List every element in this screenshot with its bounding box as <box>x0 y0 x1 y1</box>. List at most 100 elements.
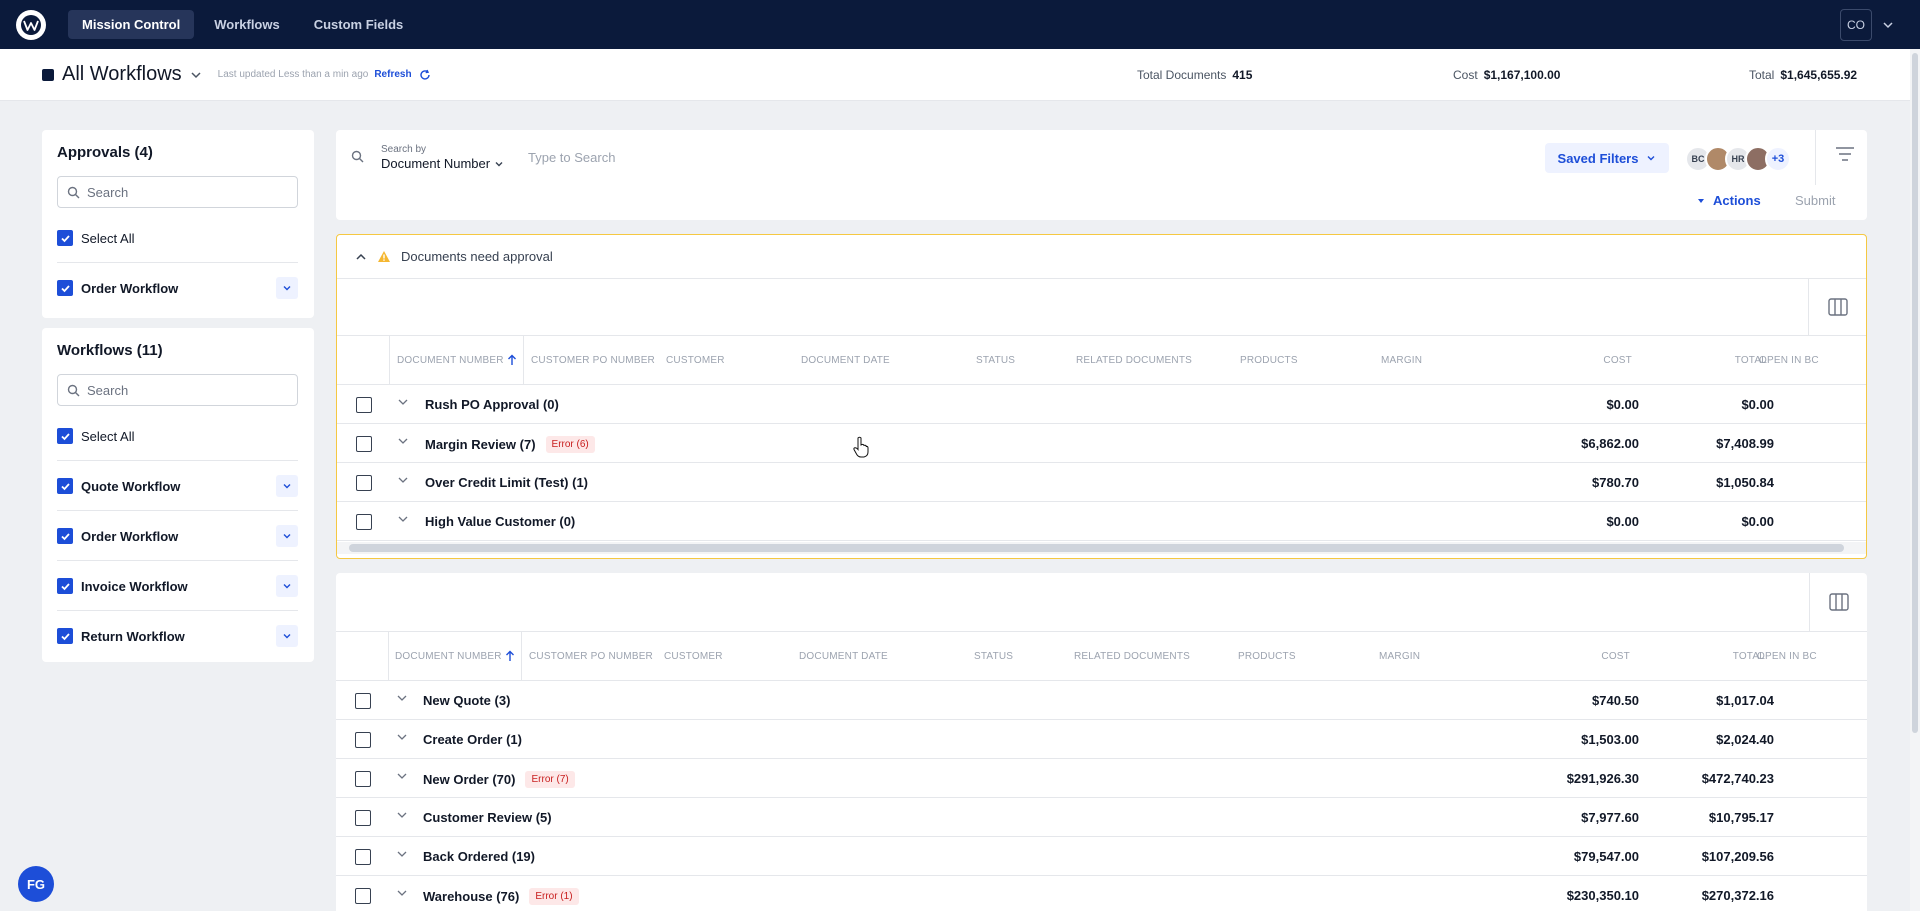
col-customer-po-number[interactable]: CUSTOMER PO NUMBER <box>529 651 653 662</box>
nav-custom-fields[interactable]: Custom Fields <box>300 10 418 39</box>
col-total[interactable]: TOTAL <box>1587 355 1767 366</box>
row-checkbox[interactable] <box>355 693 371 709</box>
col-related-documents[interactable]: RELATED DOCUMENTS <box>1074 651 1190 662</box>
error-badge[interactable]: Error (7) <box>525 771 575 788</box>
col-open-in-bc[interactable]: OPEN IN BC <box>1759 355 1819 366</box>
table-row[interactable]: Warehouse (76) Error (1) $230,350.10 $270… <box>336 876 1867 911</box>
chevron-down-icon[interactable] <box>396 731 408 743</box>
approval-banner[interactable]: Documents need approval <box>337 235 1866 279</box>
col-products[interactable]: PRODUCTS <box>1238 651 1296 662</box>
columns-icon[interactable] <box>1828 593 1849 611</box>
workflows-select-all[interactable]: Select All <box>57 426 298 446</box>
approvals-search-input[interactable]: Search <box>57 176 298 208</box>
row-checkbox[interactable] <box>356 475 372 491</box>
checkbox-checked[interactable] <box>57 578 73 594</box>
nav-mission-control[interactable]: Mission Control <box>68 10 195 39</box>
chevron-down-icon[interactable] <box>396 770 408 782</box>
col-document-date[interactable]: DOCUMENT DATE <box>801 355 890 366</box>
col-status[interactable]: STATUS <box>974 651 1013 662</box>
refresh-icon[interactable] <box>419 69 431 81</box>
table-row[interactable]: High Value Customer (0) $0.00 $0.00 <box>337 502 1866 541</box>
vertical-scrollbar[interactable] <box>1910 49 1920 911</box>
horizontal-scrollbar[interactable] <box>337 542 1866 554</box>
col-document-number[interactable]: DOCUMENT NUMBER <box>395 651 502 662</box>
col-total[interactable]: TOTAL <box>1585 651 1765 662</box>
row-checkbox[interactable] <box>355 732 371 748</box>
chevron-down-icon[interactable] <box>396 848 408 860</box>
actions-button[interactable]: Actions <box>1697 193 1761 208</box>
user-avatar[interactable]: CO <box>1840 9 1872 41</box>
expand-button[interactable] <box>276 625 298 647</box>
table-row[interactable]: Customer Review (5) $7,977.60 $10,795.17 <box>336 798 1867 837</box>
search-by-select[interactable]: Document Number <box>381 156 504 171</box>
sort-ascending-icon[interactable] <box>507 354 517 366</box>
expand-button[interactable] <box>276 277 298 299</box>
saved-filters-button[interactable]: Saved Filters <box>1545 143 1669 173</box>
expand-button[interactable] <box>276 525 298 547</box>
row-checkbox[interactable] <box>356 436 372 452</box>
col-related-documents[interactable]: RELATED DOCUMENTS <box>1076 355 1192 366</box>
col-customer[interactable]: CUSTOMER <box>666 355 725 366</box>
workflows-search-input[interactable]: Search <box>57 374 298 406</box>
table-row[interactable]: Create Order (1) $1,503.00 $2,024.40 <box>336 720 1867 759</box>
error-badge[interactable]: Error (6) <box>545 436 595 453</box>
row-checkbox[interactable] <box>355 810 371 826</box>
chevron-down-icon[interactable] <box>396 887 408 899</box>
checkbox-checked[interactable] <box>57 628 73 644</box>
chevron-down-icon[interactable] <box>190 69 202 81</box>
table-row[interactable]: Margin Review (7) Error (6) $6,862.00 $7,… <box>337 424 1866 463</box>
checkbox-checked[interactable] <box>57 428 73 444</box>
submit-button[interactable]: Submit <box>1795 193 1835 208</box>
error-badge[interactable]: Error (1) <box>529 888 579 905</box>
row-checkbox[interactable] <box>356 514 372 530</box>
row-checkbox[interactable] <box>356 397 372 413</box>
user-fab-avatar[interactable]: FG <box>18 866 54 902</box>
table-row[interactable]: New Quote (3) $740.50 $1,017.04 <box>336 681 1867 720</box>
chevron-down-icon[interactable] <box>397 435 409 447</box>
col-margin[interactable]: MARGIN <box>1381 355 1422 366</box>
col-products[interactable]: PRODUCTS <box>1240 355 1298 366</box>
user-menu[interactable]: CO <box>1840 9 1894 41</box>
col-margin[interactable]: MARGIN <box>1379 651 1420 662</box>
search-input[interactable]: Type to Search <box>528 150 615 165</box>
page-title[interactable]: All Workflows <box>62 63 182 86</box>
chevron-down-icon[interactable] <box>397 513 409 525</box>
table-row[interactable]: Over Credit Limit (Test) (1) $780.70 $1,… <box>337 463 1866 502</box>
checkbox-checked[interactable] <box>57 478 73 494</box>
app-logo-icon[interactable] <box>16 9 46 40</box>
chevron-up-icon[interactable] <box>355 251 367 263</box>
refresh-link[interactable]: Refresh <box>374 69 411 80</box>
chevron-down-icon[interactable] <box>1882 19 1894 31</box>
sort-ascending-icon[interactable] <box>505 650 515 662</box>
col-open-in-bc[interactable]: OPEN IN BC <box>1757 651 1817 662</box>
checkbox-checked[interactable] <box>57 230 73 246</box>
chevron-down-icon[interactable] <box>396 692 408 704</box>
row-checkbox[interactable] <box>355 849 371 865</box>
scrollbar-thumb[interactable] <box>349 544 1844 552</box>
approvals-item-order-workflow[interactable]: Order Workflow <box>57 277 298 299</box>
col-status[interactable]: STATUS <box>976 355 1015 366</box>
nav-workflows[interactable]: Workflows <box>200 10 294 39</box>
scrollbar-thumb[interactable] <box>1912 53 1918 733</box>
expand-button[interactable] <box>276 475 298 497</box>
more-avatars[interactable]: +3 <box>1765 146 1791 172</box>
table-row[interactable]: Back Ordered (19) $79,547.00 $107,209.56 <box>336 837 1867 876</box>
chevron-down-icon[interactable] <box>397 474 409 486</box>
table-row[interactable]: Rush PO Approval (0) $0.00 $0.00 <box>337 385 1866 424</box>
chevron-down-icon[interactable] <box>397 396 409 408</box>
workflows-item-quote[interactable]: Quote Workflow <box>57 475 298 497</box>
expand-button[interactable] <box>276 575 298 597</box>
workflows-item-invoice[interactable]: Invoice Workflow <box>57 575 298 597</box>
col-customer-po-number[interactable]: CUSTOMER PO NUMBER <box>531 355 655 366</box>
user-avatars[interactable]: BC HR +3 <box>1685 146 1791 172</box>
col-document-date[interactable]: DOCUMENT DATE <box>799 651 888 662</box>
checkbox-checked[interactable] <box>57 528 73 544</box>
columns-icon[interactable] <box>1827 298 1848 316</box>
chevron-down-icon[interactable] <box>396 809 408 821</box>
col-document-number[interactable]: DOCUMENT NUMBER <box>397 355 504 366</box>
workflows-item-order[interactable]: Order Workflow <box>57 525 298 547</box>
filter-icon[interactable] <box>1835 146 1855 162</box>
row-checkbox[interactable] <box>355 771 371 787</box>
checkbox-checked[interactable] <box>57 280 73 296</box>
approvals-select-all[interactable]: Select All <box>57 228 298 248</box>
